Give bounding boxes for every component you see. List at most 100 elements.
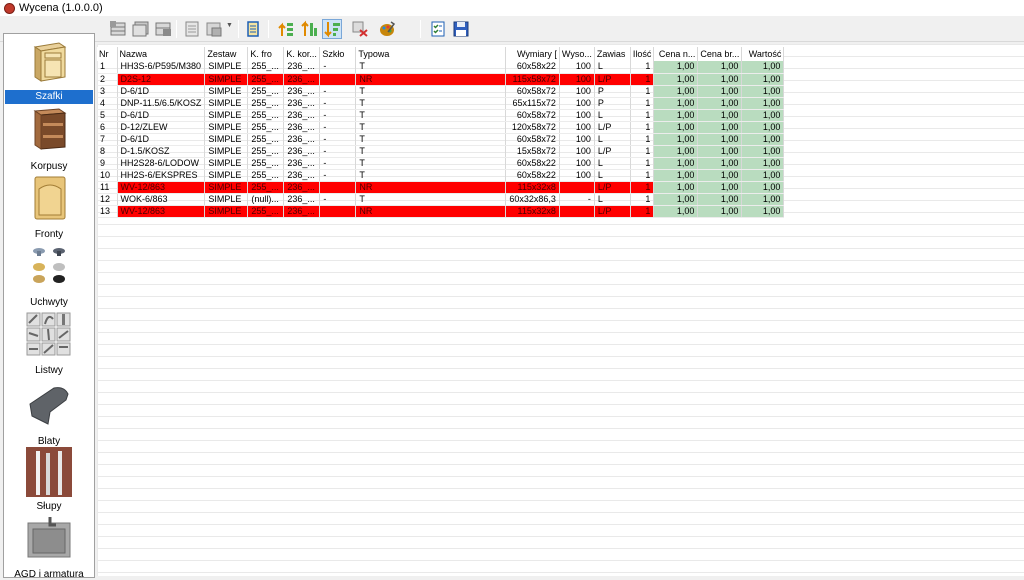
print-menu-icon[interactable] [204, 19, 224, 39]
table-cell[interactable]: SIMPLE [204, 181, 249, 194]
table-cell[interactable]: L [594, 193, 631, 206]
table-cell[interactable]: 1,00 [697, 85, 743, 98]
table-cell[interactable]: NR [355, 205, 507, 218]
table-cell[interactable]: 1,00 [697, 97, 743, 110]
table-cell[interactable]: T [355, 61, 507, 74]
table-cell[interactable]: 236_... [283, 121, 321, 134]
table-cell[interactable]: - [319, 109, 357, 122]
table-cell[interactable]: L/P [594, 145, 631, 158]
table-cell[interactable]: 255_... [247, 169, 285, 182]
table-cell[interactable]: 1 [630, 109, 655, 122]
table-cell[interactable]: L [594, 157, 631, 170]
table-cell[interactable]: L/P [594, 205, 631, 218]
table-cell[interactable]: 1,00 [741, 145, 785, 158]
table-cell[interactable]: 1 [630, 97, 655, 110]
sort-asc-icon[interactable] [299, 19, 319, 39]
table-cell[interactable]: 1,00 [653, 145, 699, 158]
sidebar-item-listwy[interactable]: Listwy [5, 308, 93, 376]
table-cell[interactable]: 1 [630, 157, 655, 170]
table-row[interactable]: 13 WV-12/863 SIMPLE 255_... 236_... NR 115x32x… [97, 205, 785, 218]
table-cell[interactable]: (null)... [247, 193, 285, 206]
table-cell[interactable]: 236_... [283, 169, 321, 182]
table-cell[interactable]: D2S-12 [117, 73, 206, 86]
table-row[interactable]: 10 HH2S-6/EKSPRES SIMPLE 255_... 236_... - T 60… [97, 169, 785, 182]
table-cell[interactable] [559, 205, 595, 218]
recalc-icon[interactable] [350, 19, 370, 39]
table-cell[interactable]: 1,00 [697, 109, 743, 122]
table-cell[interactable]: D-6/1D [117, 109, 206, 122]
table-cell[interactable]: 60x58x22 [505, 157, 560, 170]
table-cell[interactable]: SIMPLE [204, 193, 249, 206]
table-cell[interactable]: 255_... [247, 181, 285, 194]
sidebar-item-blaty[interactable]: Blaty [5, 379, 93, 447]
table-cell[interactable]: SIMPLE [204, 85, 249, 98]
table-row[interactable]: 12 WOK-6/863 SIMPLE (null)... 236_... - T 60x32… [97, 193, 785, 206]
sidebar-item-fronty[interactable]: Fronty [5, 172, 93, 240]
table-cell[interactable]: WV-12/863 [117, 181, 206, 194]
table-cell[interactable]: 1,00 [741, 97, 785, 110]
table-cell[interactable]: 10 [97, 169, 118, 182]
table-cell[interactable]: 236_... [283, 181, 321, 194]
table-cell[interactable]: T [355, 133, 507, 146]
table-cell[interactable]: 1,00 [741, 85, 785, 98]
table-cell[interactable]: 1,00 [697, 133, 743, 146]
table-cell[interactable]: 12 [97, 193, 118, 206]
table-row[interactable]: 4 DNP-11.5/6.5/KOSZ SIMPLE 255_... 236_... - T… [97, 97, 785, 110]
table-cell[interactable]: 255_... [247, 73, 285, 86]
table-cell[interactable]: 1,00 [741, 121, 785, 134]
table-cell[interactable]: - [319, 157, 357, 170]
table-cell[interactable]: 255_... [247, 109, 285, 122]
table-cell[interactable]: T [355, 157, 507, 170]
table-cell[interactable]: - [319, 97, 357, 110]
table-cell[interactable]: 60x58x72 [505, 109, 560, 122]
table-cell[interactable]: 1,00 [741, 133, 785, 146]
table-cell[interactable]: 60x58x72 [505, 133, 560, 146]
table-cell[interactable]: 60x58x22 [505, 169, 560, 182]
table-cell[interactable]: - [319, 169, 357, 182]
column-header[interactable]: Wymiary [ [505, 47, 560, 61]
table-cell[interactable]: L/P [594, 181, 631, 194]
table-cell[interactable]: HH2S-6/EKSPRES [117, 169, 206, 182]
table-cell[interactable]: 236_... [283, 73, 321, 86]
table-cell[interactable]: 1 [630, 181, 655, 194]
table-cell[interactable]: L [594, 169, 631, 182]
table-cell[interactable]: 1,00 [741, 157, 785, 170]
table-cell[interactable]: SIMPLE [204, 73, 249, 86]
table-cell[interactable]: NR [355, 181, 507, 194]
table-cell[interactable]: T [355, 145, 507, 158]
table-cell[interactable]: 100 [559, 73, 595, 86]
table-cell[interactable]: 1,00 [653, 133, 699, 146]
sidebar-item-uchwyty[interactable]: Uchwyty [5, 240, 93, 308]
table-cell[interactable]: - [319, 193, 357, 206]
table-cell[interactable]: 1,00 [697, 181, 743, 194]
table-cell[interactable]: 100 [559, 133, 595, 146]
table-row[interactable]: 11 WV-12/863 SIMPLE 255_... 236_... NR 115x32x… [97, 181, 785, 194]
table-cell[interactable]: 2 [97, 73, 118, 86]
column-header[interactable]: Wyso... [559, 47, 595, 61]
table-cell[interactable]: 8 [97, 145, 118, 158]
table-cell[interactable]: L [594, 133, 631, 146]
table-cell[interactable]: 100 [559, 145, 595, 158]
table-cell[interactable]: 1,00 [653, 193, 699, 206]
table-cell[interactable]: 1,00 [697, 169, 743, 182]
table-cell[interactable]: 1,00 [741, 181, 785, 194]
table-cell[interactable]: D-6/1D [117, 133, 206, 146]
table-cell[interactable]: 1,00 [653, 73, 699, 86]
table-cell[interactable]: 13 [97, 205, 118, 218]
table-row[interactable]: 9 HH2S28-6/LODOW SIMPLE 255_... 236_... - T 60x… [97, 157, 785, 170]
table-cell[interactable]: SIMPLE [204, 121, 249, 134]
palette-icon[interactable] [377, 19, 397, 39]
table-cell[interactable]: 1,00 [697, 121, 743, 134]
table-cell[interactable]: 115x32x8 [505, 181, 560, 194]
table-cell[interactable]: 1,00 [653, 121, 699, 134]
column-header[interactable]: K. kor... [283, 47, 321, 61]
table-cell[interactable] [319, 73, 357, 86]
table-cell[interactable]: 1,00 [741, 205, 785, 218]
table-cell[interactable]: 1 [630, 61, 655, 74]
print-icon[interactable] [182, 19, 202, 39]
sort-up-icon[interactable] [276, 19, 296, 39]
table-cell[interactable]: L/P [594, 73, 631, 86]
table-cell[interactable]: 60x32x86,3 [505, 193, 560, 206]
table-cell[interactable]: 255_... [247, 61, 285, 74]
table-cell[interactable]: 1,00 [741, 61, 785, 74]
